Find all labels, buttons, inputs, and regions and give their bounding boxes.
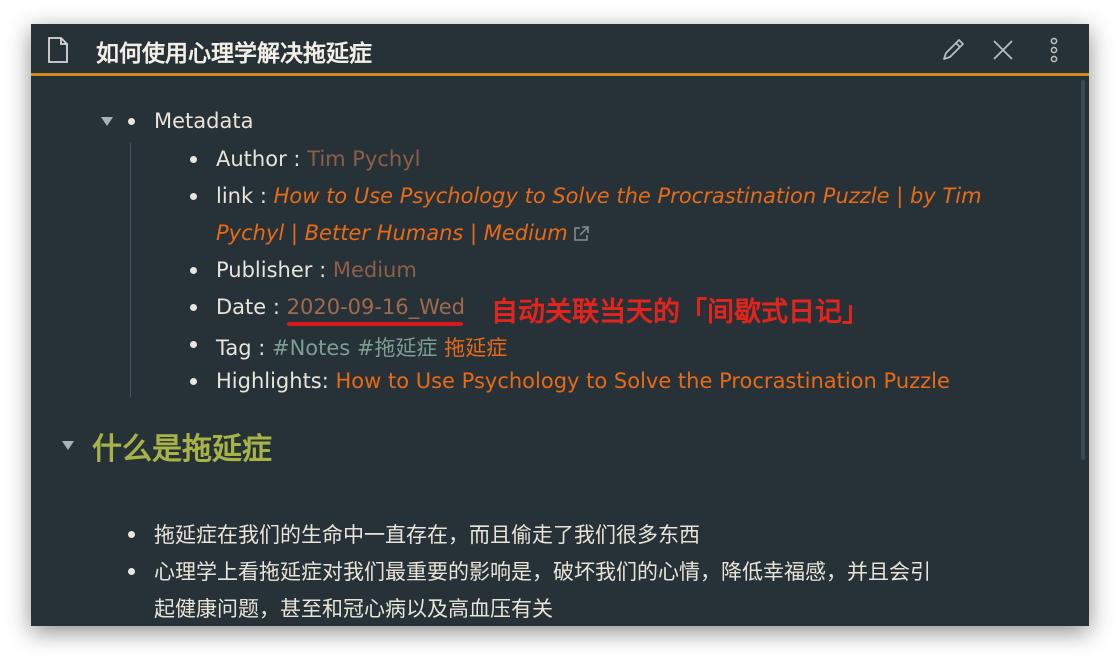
bullet-icon (190, 304, 197, 311)
bullet-icon (190, 378, 197, 385)
bullet-icon (190, 193, 197, 200)
external-link-icon[interactable] (572, 225, 590, 243)
highlights-link[interactable]: How to Use Psychology to Solve the Procr… (336, 369, 950, 393)
section-heading: 什么是拖延症 (92, 432, 272, 467)
tag-notes[interactable]: #Notes (272, 336, 350, 360)
note-window: 如何使用心理学解决拖延症 Metadata Author : Tim Pychy… (31, 24, 1089, 626)
indent-guide (130, 143, 131, 397)
page-title: 如何使用心理学解决拖延症 (96, 41, 372, 67)
author-key: Author : (216, 147, 308, 171)
tag-key: Tag : (216, 336, 272, 360)
link-key: link : (216, 184, 274, 208)
list-item: 心理学上看拖延症对我们最重要的影响是，破坏我们的心情，降低幸福感，并且会引 (154, 560, 931, 584)
list-item: 拖延症在我们的生命中一直存在，而且偷走了我们很多东西 (154, 523, 700, 547)
list-item-continued: 起健康问题，甚至和冠心病以及高血压有关 (154, 597, 553, 621)
bullet-icon (128, 568, 135, 575)
page-link-procrastination[interactable]: 拖延症 (444, 336, 507, 360)
annotation-text: 自动关联当天的「间歇式日记」 (491, 297, 869, 328)
author-value: Tim Pychyl (307, 147, 421, 171)
close-icon[interactable] (989, 36, 1017, 64)
annotation-underline (287, 322, 463, 326)
author-row: Author : Tim Pychyl (216, 147, 421, 171)
publisher-key: Publisher : (216, 258, 333, 282)
bullet-icon (190, 267, 197, 274)
highlights-row: Highlights: How to Use Psychology to Sol… (216, 369, 950, 393)
publisher-value: Medium (332, 258, 417, 282)
bullet-icon (128, 531, 135, 538)
collapse-toggle-metadata[interactable] (101, 117, 113, 126)
link-row: link : How to Use Psychology to Solve th… (216, 184, 982, 208)
more-vertical-icon[interactable] (1041, 36, 1067, 64)
note-content: Metadata Author : Tim Pychyl link : How … (31, 79, 1089, 626)
bullet-icon (190, 156, 197, 163)
bullet-icon (190, 341, 197, 348)
pencil-icon[interactable] (939, 36, 967, 64)
link-value-line2[interactable]: Pychyl | Better Humans | Medium (216, 221, 568, 245)
collapse-toggle-section[interactable] (62, 441, 74, 450)
tag-row: Tag : #Notes #拖延症 拖延症 (216, 332, 507, 362)
highlights-key: Highlights: (216, 369, 336, 393)
metadata-label: Metadata (154, 109, 254, 133)
date-key: Date : (216, 295, 287, 319)
tag-procrastination[interactable]: #拖延症 (357, 336, 438, 360)
date-link[interactable]: 2020-09-16_Wed (287, 295, 465, 319)
publisher-row: Publisher : Medium (216, 258, 417, 282)
title-bar: 如何使用心理学解决拖延症 (31, 24, 1089, 76)
date-row: Date : 2020-09-16_Wed (216, 295, 465, 319)
link-value-line1[interactable]: How to Use Psychology to Solve the Procr… (274, 184, 982, 208)
link-row-continued: Pychyl | Better Humans | Medium (216, 221, 590, 245)
bullet-icon (128, 118, 135, 125)
file-icon (48, 37, 68, 63)
